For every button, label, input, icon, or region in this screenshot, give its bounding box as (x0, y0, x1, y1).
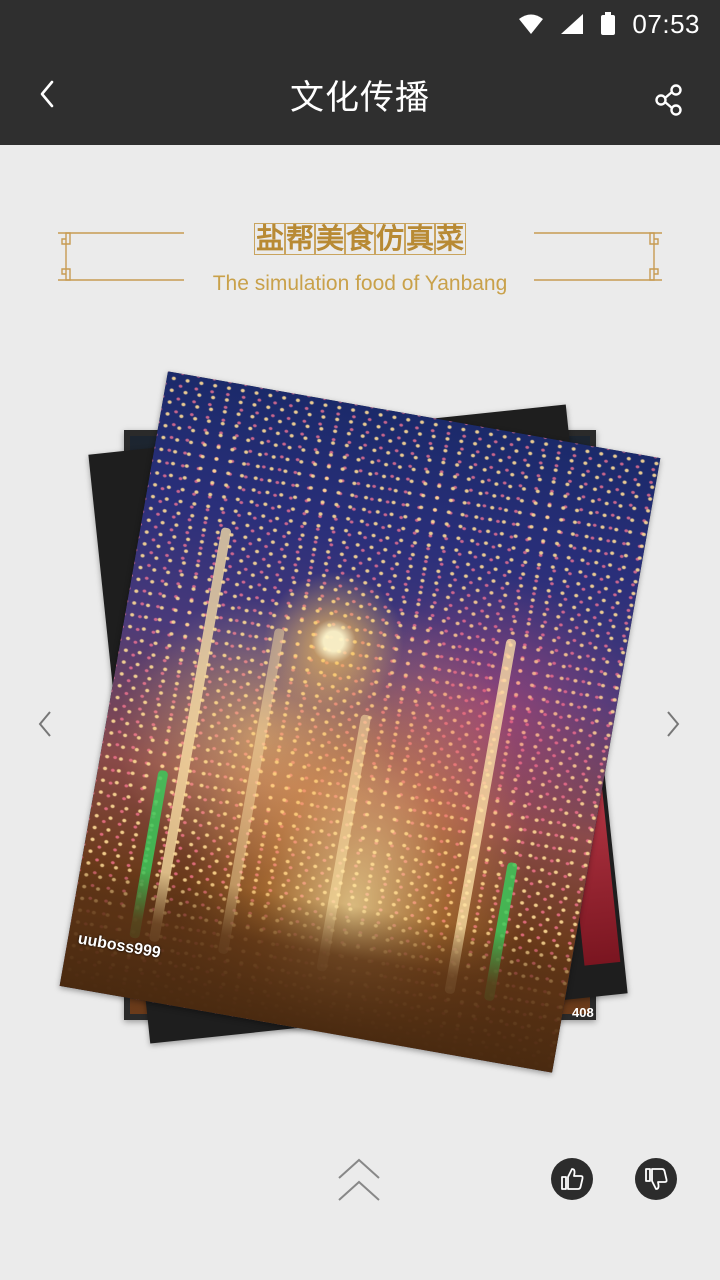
front-photo-card[interactable]: uuboss999 (59, 371, 661, 1073)
photo-carousel[interactable]: uuboss999 408 (0, 0, 720, 1280)
thumbs-up-icon (561, 1168, 584, 1190)
prev-photo-icon[interactable] (34, 708, 58, 740)
thumbs-down-icon (645, 1168, 668, 1190)
double-chevron-up-icon[interactable] (336, 1156, 382, 1204)
dislike-button[interactable] (635, 1158, 677, 1200)
like-button[interactable] (551, 1158, 593, 1200)
back-photo-watermark: 408 (572, 1005, 594, 1020)
next-photo-icon[interactable] (660, 708, 684, 740)
